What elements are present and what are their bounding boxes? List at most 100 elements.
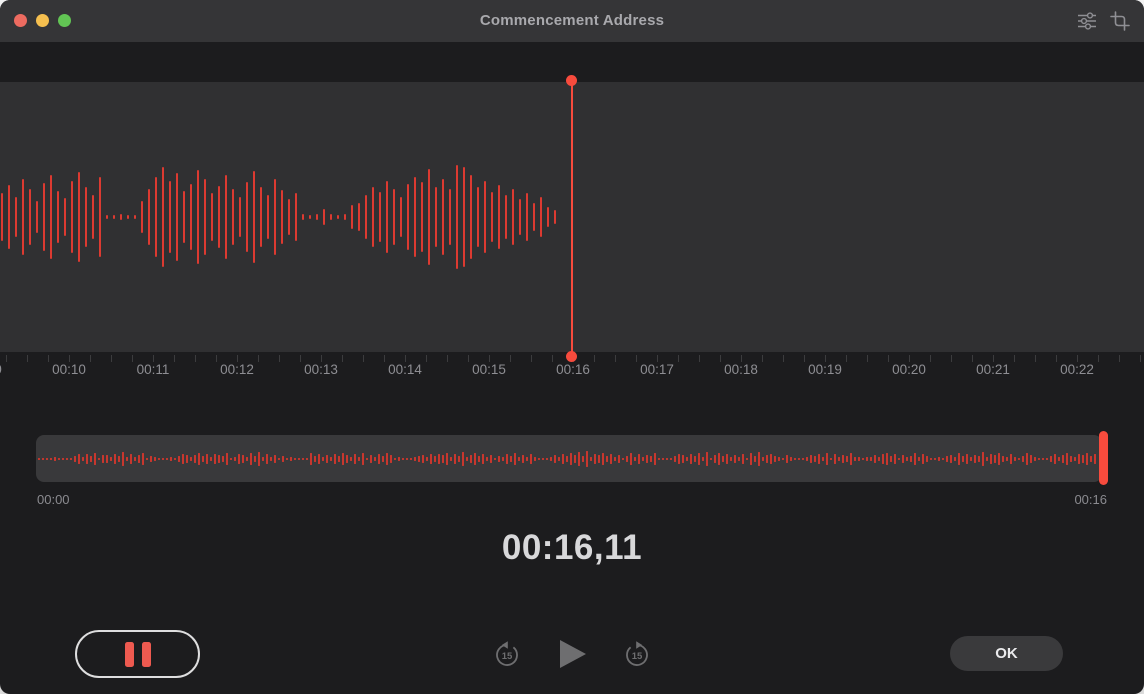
- overview-waveform-bar: [946, 455, 948, 462]
- overview-waveform-bar: [114, 453, 116, 464]
- overview-waveform-bar: [398, 456, 400, 461]
- overview-waveform-bar: [798, 457, 800, 460]
- overview-waveform-bar: [262, 456, 264, 461]
- playback-settings-icon[interactable]: [1076, 11, 1098, 36]
- overview-waveform-bar: [98, 457, 100, 460]
- overview-waveform-bar: [1058, 456, 1060, 461]
- overview-waveform-bar: [90, 455, 92, 462]
- ruler-label: 00:16: [556, 362, 590, 377]
- waveform-bar: [71, 181, 73, 253]
- ruler-label: 00:14: [388, 362, 422, 377]
- overview-waveform-bar: [330, 456, 332, 461]
- overview-waveform-bar: [954, 456, 956, 461]
- skip-back-label: 15: [502, 651, 513, 662]
- ruler-tick: [804, 355, 805, 362]
- overview-waveform-bar: [394, 457, 396, 460]
- overview-waveform-bar: [162, 457, 164, 460]
- overview-waveform-bar: [826, 452, 828, 465]
- waveform-bar: [330, 214, 332, 220]
- overview-waveform-bar: [46, 457, 48, 460]
- playhead-line[interactable]: [571, 80, 573, 357]
- skip-forward-arrow-icon: [636, 641, 643, 649]
- overview-waveform-bar: [438, 453, 440, 464]
- waveform-bar: [22, 179, 24, 255]
- overview-waveform-bar: [654, 452, 656, 465]
- overview-end-time: 00:16: [1074, 492, 1107, 507]
- waveform-bar: [99, 177, 101, 257]
- overview-waveform-bar: [226, 452, 228, 465]
- overview-waveform-bar: [1094, 453, 1096, 464]
- overview-waveform-bar: [122, 451, 124, 466]
- waveform-bar: [512, 189, 514, 245]
- overview-waveform-bar: [246, 456, 248, 461]
- ruler-tick: [720, 355, 721, 362]
- ruler-tick: [741, 355, 742, 362]
- overview-waveform-bar: [802, 457, 804, 460]
- overview-waveform-bar: [50, 457, 52, 460]
- overview-waveform-bar: [318, 453, 320, 464]
- ruler-tick: [1014, 355, 1015, 362]
- ruler-tick: [69, 355, 70, 362]
- waveform-bar: [491, 192, 493, 242]
- overview-waveform-bar: [982, 451, 984, 466]
- overview-waveform-bar: [742, 453, 744, 464]
- overview-waveform-bar: [794, 457, 796, 460]
- overview-waveform-bar: [242, 454, 244, 463]
- ok-button[interactable]: OK: [950, 636, 1063, 671]
- overview-scrubber[interactable]: [36, 435, 1102, 482]
- overview-waveform-bar: [1054, 453, 1056, 464]
- overview-waveform-bar: [650, 455, 652, 462]
- overview-waveform-bar: [930, 457, 932, 460]
- skip-forward-label: 15: [632, 651, 643, 662]
- ruler-tick: [237, 355, 238, 362]
- playhead-bottom-dot[interactable]: [566, 351, 577, 362]
- waveform-bar: [169, 181, 171, 253]
- waveform-bar: [85, 187, 87, 247]
- overview-waveform-bar: [442, 454, 444, 463]
- playhead-top-dot[interactable]: [566, 75, 577, 86]
- skip-back-15-button[interactable]: 15: [492, 639, 522, 669]
- ruler-label: 00:21: [976, 362, 1010, 377]
- waveform-bar: [477, 187, 479, 247]
- waveform-bar: [1, 193, 3, 241]
- overview-waveform-bar: [158, 457, 160, 460]
- ruler-label: 00:10: [52, 362, 86, 377]
- overview-waveform-bar: [166, 457, 168, 460]
- ruler-tick: [951, 355, 952, 362]
- overview-waveform-bar: [922, 453, 924, 464]
- crop-icon[interactable]: [1110, 11, 1130, 36]
- scrubber-position-handle[interactable]: [1099, 431, 1108, 485]
- overview-waveform-bar: [258, 451, 260, 466]
- ruler-tick: [384, 355, 385, 362]
- waveform-bar: [204, 179, 206, 255]
- window-title: Commencement Address: [479, 12, 665, 29]
- waveform-bar: [246, 182, 248, 252]
- overview-waveform-bar: [978, 455, 980, 462]
- overview-waveform-bar: [346, 454, 348, 463]
- overview-waveform-bar: [310, 452, 312, 465]
- waveform-bar: [190, 184, 192, 250]
- skip-forward-15-button[interactable]: 15: [622, 639, 652, 669]
- waveform-bar: [316, 214, 318, 220]
- pause-button[interactable]: [75, 630, 200, 678]
- waveform-bar: [421, 182, 423, 252]
- overview-waveform-bar: [74, 455, 76, 462]
- overview-waveform-bar: [282, 455, 284, 462]
- ruler-label: 00:22: [1060, 362, 1094, 377]
- voice-memos-window: Commencement Address 00:09 00:10 00:11: [0, 0, 1144, 694]
- waveform-bar: [344, 214, 346, 220]
- waveform-bar: [505, 195, 507, 239]
- ruler-tick: [825, 355, 826, 362]
- overview-waveform-bar: [1050, 455, 1052, 462]
- ruler-tick: [300, 355, 301, 362]
- overview-waveform-bar: [454, 453, 456, 464]
- overview-waveform-bar: [890, 455, 892, 462]
- overview-waveform-bar: [714, 454, 716, 463]
- overview-waveform-bar: [814, 455, 816, 462]
- overview-waveform-bar: [338, 455, 340, 462]
- overview-waveform-bar: [694, 455, 696, 462]
- overview-waveform-bar: [78, 453, 80, 464]
- play-button[interactable]: [559, 639, 587, 669]
- waveform-bar: [519, 199, 521, 235]
- overview-waveform-bar: [638, 453, 640, 464]
